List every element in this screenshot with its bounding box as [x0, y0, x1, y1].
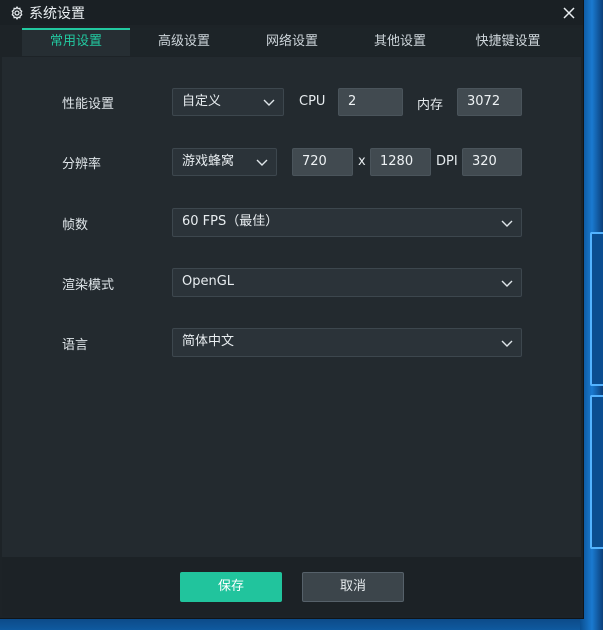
settings-dialog: 系统设置 常用设置 高级设置 网络设置 其他设置 快捷键设置 性能设置 自定义 … — [0, 0, 583, 618]
tab-other-settings[interactable]: 其他设置 — [346, 28, 454, 56]
resolution-label: 分辨率 — [62, 157, 102, 172]
dialog-footer — [2, 557, 581, 616]
close-icon[interactable] — [557, 0, 581, 25]
desktop-window-edge — [590, 232, 603, 386]
fps-label: 帧数 — [62, 218, 89, 233]
cpu-input[interactable]: 2 — [338, 88, 403, 116]
resolution-preset-value: 游戏蜂窝 — [182, 154, 235, 169]
render-mode-label: 渲染模式 — [62, 278, 115, 293]
tab-network-settings[interactable]: 网络设置 — [238, 28, 346, 56]
tab-bar: 常用设置 高级设置 网络设置 其他设置 快捷键设置 — [22, 28, 582, 56]
window-title: 系统设置 — [29, 5, 85, 22]
language-value: 简体中文 — [182, 334, 235, 349]
resolution-preset-select[interactable]: 游戏蜂窝 — [172, 148, 277, 176]
dpi-input[interactable]: 320 — [462, 148, 522, 176]
memory-input[interactable]: 3072 — [457, 88, 522, 116]
cancel-button[interactable]: 取消 — [302, 572, 404, 602]
cpu-label: CPU — [299, 94, 326, 109]
save-button[interactable]: 保存 — [180, 572, 282, 602]
language-select[interactable]: 简体中文 — [172, 328, 522, 357]
memory-label: 内存 — [417, 98, 444, 113]
tab-advanced-settings[interactable]: 高级设置 — [130, 28, 238, 56]
performance-mode-value: 自定义 — [182, 94, 222, 109]
performance-label: 性能设置 — [62, 97, 115, 112]
fps-value: 60 FPS（最佳） — [182, 214, 279, 229]
tab-shortcut-settings[interactable]: 快捷键设置 — [454, 28, 562, 56]
dpi-label: DPI — [436, 154, 458, 169]
chevron-down-icon — [501, 340, 513, 347]
resolution-height-input[interactable]: 1280 — [370, 148, 431, 176]
tab-common-settings[interactable]: 常用设置 — [22, 28, 130, 56]
chevron-down-icon — [256, 159, 268, 166]
render-mode-select[interactable]: OpenGL — [172, 268, 522, 297]
resolution-times-label: x — [358, 154, 366, 169]
settings-panel — [2, 57, 581, 557]
fps-select[interactable]: 60 FPS（最佳） — [172, 208, 522, 237]
render-mode-value: OpenGL — [182, 274, 235, 289]
desktop-window-edge — [590, 395, 603, 549]
chevron-down-icon — [501, 280, 513, 287]
language-label: 语言 — [62, 338, 89, 353]
chevron-down-icon — [263, 99, 275, 106]
title-bar: 系统设置 — [0, 0, 583, 25]
chevron-down-icon — [501, 220, 513, 227]
gear-icon — [9, 5, 25, 21]
performance-mode-select[interactable]: 自定义 — [172, 88, 284, 116]
resolution-width-input[interactable]: 720 — [292, 148, 353, 176]
